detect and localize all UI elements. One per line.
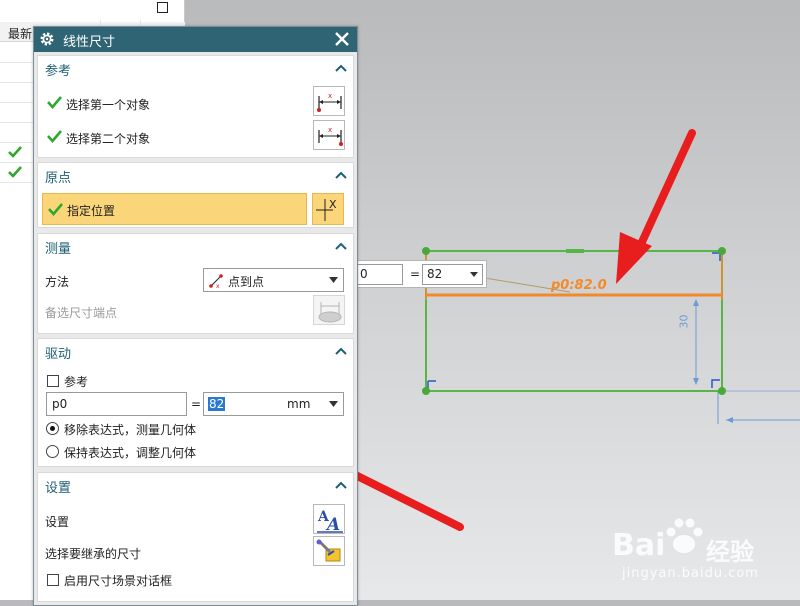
vertex-point [718,247,726,255]
specify-location-row[interactable]: 指定位置 [42,193,307,225]
paw-icon [666,518,703,553]
vertex-point [718,387,726,395]
onscreen-dimension-input: 0 = 82 [355,260,487,288]
reference-checkbox[interactable] [47,375,59,387]
expression-name-input[interactable]: p0 [46,392,187,416]
vertex-point [422,247,430,255]
dimension-arrowhead [726,417,733,423]
text-style-icon: A A [317,509,343,535]
chevron-up-icon [335,171,347,179]
reference-section-header[interactable]: 参考 [38,56,353,82]
watermark-suffix: 经验 [706,538,754,566]
method-value: 点到点 [228,275,265,289]
enable-dialog-checkbox[interactable] [47,574,59,586]
select-second-object-button[interactable]: x [313,120,345,150]
vertical-dimension-label[interactable]: 30 [678,315,691,329]
point-select-icon: x [317,92,342,112]
svg-text:X: X [329,198,337,211]
checkmark-icon [47,96,62,109]
dialog-titlebar[interactable]: 线性尺寸 [34,27,357,52]
reference-section: 参考 选择第一个对象 x 选择第二个对象 x [37,55,354,158]
drive-section: 驱动 参考 p0 = 82 mm 移除表达式，测量几何体 保持表达式，调整几何体 [37,338,354,467]
remove-expression-radio[interactable] [46,422,59,435]
horizontal-constraint-mark [566,249,584,253]
select-first-object-label[interactable]: 选择第一个对象 [66,96,150,113]
section-title: 原点 [45,171,72,186]
method-label: 方法 [45,275,70,289]
inherit-dimension-button[interactable] [313,536,345,566]
keep-expression-label: 保持表达式，调整几何体 [64,446,197,460]
checkmark-icon [48,203,63,216]
value-unit-input[interactable]: 82 mm [203,392,344,416]
keep-expression-radio[interactable] [46,445,59,458]
point-to-point-icon: x [209,274,223,289]
brush-icon [316,539,341,562]
dimension-value[interactable]: 82 [208,397,226,411]
corner-constraint-mark [712,252,721,261]
svg-text:x: x [216,283,220,289]
text-settings-button[interactable]: A A [313,504,345,535]
gear-icon [40,32,54,46]
method-select[interactable]: x 点到点 [203,268,344,292]
close-icon[interactable] [333,30,351,48]
point-select-icon: x [318,126,343,146]
linear-dimension-dialog: 线性尺寸 参考 选择第一个对象 x 选择第二个对象 x 原点 指定位置 X 测量… [33,26,358,606]
checkmark-icon [47,130,62,143]
chevron-down-icon [470,272,478,277]
section-title: 驱动 [45,347,72,362]
watermark-url: jingyan.baidu.com [622,566,759,581]
chevron-up-icon [335,481,347,489]
settings-label: 设置 [45,515,70,529]
dialog-title: 线性尺寸 [63,35,116,50]
select-first-object-button[interactable]: x [313,86,345,116]
corner-constraint-mark [711,379,720,388]
dimension-value-select[interactable]: 82 [422,264,483,285]
section-title: 设置 [45,481,72,496]
dimension-value: 82 [427,267,443,281]
watermark-logo: Bai [612,528,665,563]
origin-section: 原点 指定位置 X [37,162,354,228]
origin-section-header[interactable]: 原点 [38,163,353,189]
expression-name-field[interactable]: 0 [355,264,403,285]
settings-section: 设置 设置 A A 选择要继承的尺寸 启用尺寸场景对话框 [37,472,354,602]
select-second-object-label[interactable]: 选择第二个对象 [66,130,150,147]
origin-location-icon: X [316,198,337,221]
alt-endpoint-button[interactable] [313,295,345,325]
chevron-down-icon [329,277,338,283]
chevron-down-icon [329,401,338,407]
chevron-up-icon [335,347,347,355]
equals-sign: = [191,397,202,411]
section-title: 参考 [45,64,72,79]
remove-expression-label: 移除表达式，测量几何体 [64,423,197,437]
enable-dialog-label: 启用尺寸场景对话框 [64,574,173,588]
specify-location-button[interactable]: X [312,193,344,225]
watermark-logo-text: Bai [612,528,666,563]
corner-constraint-mark [427,380,436,389]
svg-text:x: x [328,92,332,100]
measure-section-header[interactable]: 测量 [38,234,353,260]
unit-label: mm [287,397,311,411]
settings-section-header[interactable]: 设置 [38,473,353,499]
inherit-dimension-label: 选择要继承的尺寸 [45,547,142,561]
svg-text:x: x [328,126,332,134]
dimension-label[interactable]: p0:82.0 [551,278,607,293]
measure-section: 测量 方法 x 点到点 备选尺寸端点 [37,233,354,334]
chevron-up-icon [335,242,347,250]
chevron-up-icon [335,64,347,72]
specify-location-label: 指定位置 [67,204,116,218]
drive-section-header[interactable]: 驱动 [38,339,353,365]
section-title: 测量 [45,242,72,257]
reference-checkbox-label: 参考 [64,375,89,389]
equals-sign: = [410,267,421,281]
endpoint-select-icon [318,302,342,323]
alt-endpoint-label: 备选尺寸端点 [45,306,118,320]
vertex-point [422,387,430,395]
